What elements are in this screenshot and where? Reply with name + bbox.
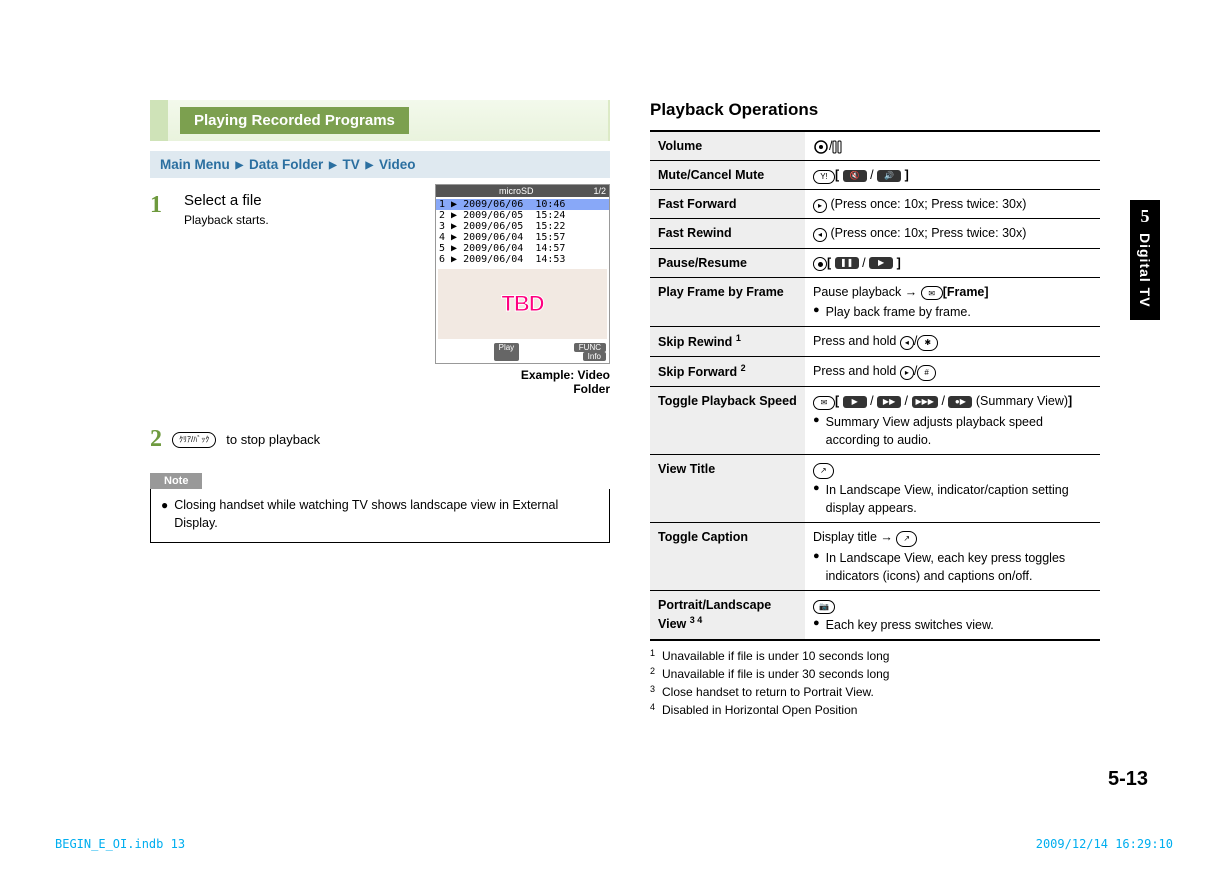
table-row: Toggle Caption Display title → ↗ ●In Lan… [650,522,1100,590]
send-key-icon: ↗ [813,463,834,479]
nav-right-icon: ▸ [900,366,914,380]
triangle-icon: ▶ [329,160,337,171]
play-icon: ▶ [869,257,893,269]
step-1: 1 Select a file Playback starts. [150,192,425,227]
screenshot-wrap: microSD 1/2 1 ▶ 2009/06/06 10:46 2 ▶ 200… [435,184,610,396]
softkey-func: FUNC [574,343,606,352]
note-block: Note ● Closing handset while watching TV… [150,453,610,543]
summary-view-icon: ●▶ [948,396,972,408]
thumbnail-text: TBD [501,291,543,317]
list-item: 2 ▶ 2009/06/05 15:24 [436,210,609,221]
softkey-info: Info [583,352,606,361]
mail-key-icon: ✉ [921,286,943,300]
list-item: 5 ▶ 2009/06/04 14:57 [436,243,609,254]
playback-ops-heading: Playback Operations [650,100,1100,120]
step-subtitle: Playback starts. [184,213,425,227]
mail-key-icon: ✉ [813,396,835,410]
breadcrumb: Main Menu ▶ Data Folder ▶ TV ▶ Video [150,151,610,178]
star-key-icon: ✱ [917,335,938,351]
list-item: 1 ▶ 2009/06/06 10:46 [436,199,609,210]
nav-left-icon: ◂ [813,228,827,242]
table-row: Fast Forward ▸ (Press once: 10x; Press t… [650,190,1100,219]
table-row: Fast Rewind ◂ (Press once: 10x; Press tw… [650,219,1100,248]
step-text: to stop playback [226,432,320,447]
table-row: Volume / [650,131,1100,161]
section-title-bar: Playing Recorded Programs [150,100,610,141]
note-text: Closing handset while watching TV shows … [174,497,599,532]
phone-screenshot: microSD 1/2 1 ▶ 2009/06/06 10:46 2 ▶ 200… [435,184,610,364]
table-row: Skip Rewind 1 Press and hold ◂/✱ [650,326,1100,356]
step-number: 1 [150,192,170,219]
center-key-icon [813,257,827,271]
nav-left-icon: ◂ [900,336,914,350]
speed-3x-icon: ▶▶▶ [912,396,938,408]
list-item: 6 ▶ 2009/06/04 14:53 [436,254,609,265]
table-row: Mute/Cancel Mute Y![ 🔇 / 🔊 ] [650,161,1100,190]
clear-key-icon: ｸﾘｱ/ﾊﾞｯｸ [172,432,216,448]
hash-key-icon: # [917,365,935,381]
section-title: Playing Recorded Programs [180,107,409,134]
table-row: Skip Forward 2 Press and hold ▸/# [650,357,1100,387]
chapter-number: 5 [1130,206,1160,227]
bullet-icon: ● [813,616,820,634]
pause-icon: ❚❚ [835,257,859,269]
note-label: Note [150,473,202,489]
yahoo-key-icon: Y! [813,170,835,184]
bullet-icon: ● [813,549,820,585]
screenshot-caption: Example: Video Folder [435,368,610,396]
step-title: Select a file [184,192,425,209]
mute-icon: 🔇 [843,170,867,182]
list-item: 4 ▶ 2009/06/04 15:57 [436,232,609,243]
camera-key-icon: 📷 [813,600,835,614]
table-row: Toggle Playback Speed ✉[ ▶ / ▶▶ / ▶▶▶ / … [650,387,1100,454]
footer-left: BEGIN_E_OI.indb 13 [55,837,185,851]
table-row: Portrait/Landscape View 3 4 📷 ●Each key … [650,590,1100,640]
nav-ring-icon [813,139,829,155]
send-key-icon: ↗ [896,531,917,547]
softkey-play: Play [494,343,520,361]
side-keys-icon [832,140,842,154]
sound-icon: 🔊 [877,170,901,182]
triangle-icon: ▶ [366,160,374,171]
list-item: 3 ▶ 2009/06/05 15:22 [436,221,609,232]
bullet-icon: ● [813,481,820,517]
bullet-icon: ● [813,303,820,321]
operations-table: Volume / Mute/Cancel Mute Y![ 🔇 / 🔊 ] Fa… [650,130,1100,641]
step-2: 2 ｸﾘｱ/ﾊﾞｯｸ to stop playback [150,426,610,453]
triangle-icon: ▶ [236,160,244,171]
bullet-icon: ● [813,413,820,449]
thumbnail: TBD [438,269,607,339]
footer-right: 2009/12/14 16:29:10 [1036,837,1173,851]
right-column: Playback Operations Volume / Mute/Cancel… [650,100,1100,719]
step-number: 2 [150,426,162,453]
nav-right-icon: ▸ [813,199,827,213]
page-number: 5-13 [1108,768,1148,791]
chapter-tab: 5 Digital TV [1130,200,1160,320]
left-column: Playing Recorded Programs Main Menu ▶ Da… [150,100,610,719]
table-row: View Title ↗ ●In Landscape View, indicat… [650,454,1100,522]
footnotes: 1Unavailable if file is under 10 seconds… [650,647,1100,719]
speed-1x-icon: ▶ [843,396,867,408]
chapter-label: Digital TV [1137,233,1153,308]
speed-2x-icon: ▶▶ [877,396,901,408]
bullet-icon: ● [161,497,168,532]
table-row: Pause/Resume [ ❚❚ / ▶ ] [650,248,1100,277]
table-row: Play Frame by Frame Pause playback → ✉[F… [650,277,1100,326]
file-list: 1 ▶ 2009/06/06 10:46 2 ▶ 2009/06/05 15:2… [436,197,609,267]
page-body: Playing Recorded Programs Main Menu ▶ Da… [0,0,1228,719]
